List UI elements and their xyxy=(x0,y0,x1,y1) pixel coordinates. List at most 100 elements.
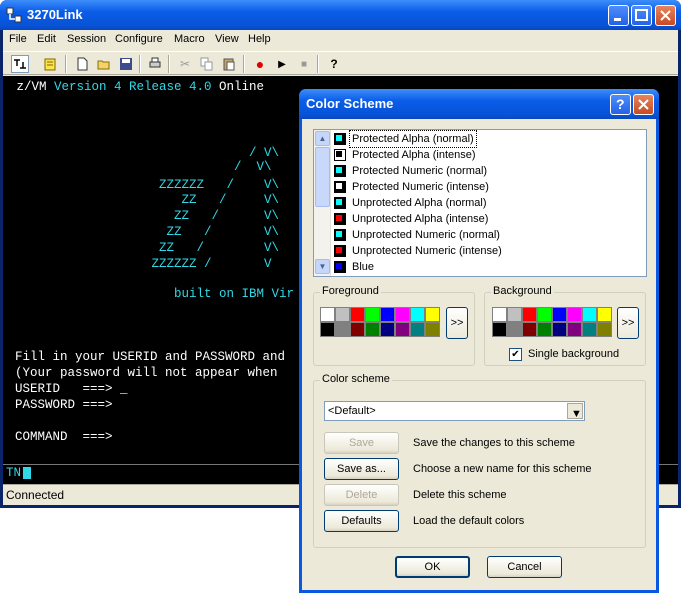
palette-swatch[interactable] xyxy=(522,322,537,337)
dropdown-button[interactable]: ▼ xyxy=(567,403,583,420)
save-as-button[interactable]: Save as... xyxy=(324,458,399,480)
palette-swatch[interactable] xyxy=(492,307,507,322)
tn-label: TN xyxy=(6,466,22,480)
palette-swatch[interactable] xyxy=(425,322,440,337)
palette-swatch[interactable] xyxy=(552,322,567,337)
color-element-item[interactable]: Unprotected Alpha (intense) xyxy=(332,211,646,227)
dialog-close-button[interactable] xyxy=(633,94,654,115)
record-tool-button[interactable]: ● xyxy=(251,55,269,73)
foreground-palette[interactable] xyxy=(320,307,440,337)
palette-swatch[interactable] xyxy=(335,307,350,322)
foreground-more-button[interactable]: >> xyxy=(446,307,468,339)
logo-line: ZZ / V\ xyxy=(99,225,280,239)
background-palette[interactable] xyxy=(492,307,612,337)
palette-swatch[interactable] xyxy=(380,307,395,322)
palette-swatch[interactable] xyxy=(395,322,410,337)
menu-configure[interactable]: Configure xyxy=(115,33,163,45)
color-element-item[interactable]: Blue xyxy=(332,259,646,275)
color-element-item[interactable]: Unprotected Numeric (normal) xyxy=(332,227,646,243)
color-element-label: Protected Alpha (normal) xyxy=(349,130,477,148)
single-background-checkbox[interactable]: ✔ xyxy=(509,348,522,361)
palette-swatch[interactable] xyxy=(365,322,380,337)
palette-swatch[interactable] xyxy=(507,322,522,337)
maximize-button[interactable] xyxy=(631,5,652,26)
close-button[interactable] xyxy=(655,5,676,26)
palette-swatch[interactable] xyxy=(522,307,537,322)
menu-view[interactable]: View xyxy=(215,33,239,45)
minimize-button[interactable] xyxy=(608,5,629,26)
palette-swatch[interactable] xyxy=(597,322,612,337)
palette-swatch[interactable] xyxy=(395,307,410,322)
play-tool-button[interactable]: ▶ xyxy=(273,55,291,73)
open-tool-button[interactable] xyxy=(95,55,113,73)
palette-swatch[interactable] xyxy=(597,307,612,322)
palette-swatch[interactable] xyxy=(320,307,335,322)
stop-tool-button[interactable]: ■ xyxy=(295,55,313,73)
print-tool-button[interactable] xyxy=(146,55,164,73)
menu-session[interactable]: Session xyxy=(67,33,106,45)
cancel-button[interactable]: Cancel xyxy=(487,556,562,578)
palette-swatch[interactable] xyxy=(410,322,425,337)
userid-field[interactable]: USERID ===> _ xyxy=(15,382,128,396)
command-field[interactable]: COMMAND ===> xyxy=(15,430,113,444)
defaults-button[interactable]: Defaults xyxy=(324,510,399,532)
dialog-help-button[interactable]: ? xyxy=(610,94,631,115)
notes-tool-button[interactable] xyxy=(41,55,59,73)
help-tool-button[interactable]: ? xyxy=(325,55,343,73)
palette-swatch[interactable] xyxy=(537,307,552,322)
save-tool-button[interactable] xyxy=(117,55,135,73)
palette-swatch[interactable] xyxy=(567,307,582,322)
palette-swatch[interactable] xyxy=(537,322,552,337)
palette-swatch[interactable] xyxy=(320,322,335,337)
terminal-cursor xyxy=(23,467,31,479)
password-field[interactable]: PASSWORD ===> xyxy=(15,398,113,412)
palette-swatch[interactable] xyxy=(350,322,365,337)
color-swatch-icon xyxy=(334,229,346,241)
palette-swatch[interactable] xyxy=(552,307,567,322)
color-element-label: Unprotected Alpha (intense) xyxy=(352,213,489,225)
background-more-button[interactable]: >> xyxy=(617,307,639,339)
scroll-thumb[interactable] xyxy=(315,147,330,207)
palette-swatch[interactable] xyxy=(492,322,507,337)
paste-tool-button[interactable] xyxy=(220,55,238,73)
palette-swatch[interactable] xyxy=(350,307,365,322)
dialog-title-bar[interactable]: Color Scheme ? xyxy=(299,89,659,119)
palette-swatch[interactable] xyxy=(365,307,380,322)
palette-swatch[interactable] xyxy=(380,322,395,337)
color-element-item[interactable]: Unprotected Alpha (normal) xyxy=(332,195,646,211)
scheme-select[interactable]: <Default> ▼ xyxy=(324,401,585,421)
menu-macro[interactable]: Macro xyxy=(174,33,205,45)
color-element-item[interactable]: Unprotected Numeric (intense) xyxy=(332,243,646,259)
logo-line: ZZ / V\ xyxy=(99,193,280,207)
menu-edit[interactable]: Edit xyxy=(37,33,56,45)
color-element-list[interactable]: ▲ ▼ Protected Alpha (normal) Protected Al… xyxy=(313,129,647,277)
fill-in-text: Fill in your USERID and PASSWORD and xyxy=(15,350,286,364)
color-swatch-icon xyxy=(334,149,346,161)
color-element-item[interactable]: Protected Numeric (normal) xyxy=(332,163,646,179)
scroll-up-button[interactable]: ▲ xyxy=(315,131,330,146)
connect-tool-button[interactable] xyxy=(11,55,29,73)
scroll-down-button[interactable]: ▼ xyxy=(315,259,330,274)
palette-swatch[interactable] xyxy=(507,307,522,322)
menu-file[interactable]: File xyxy=(9,33,27,45)
save-button[interactable]: Save xyxy=(324,432,399,454)
list-scrollbar[interactable]: ▲ ▼ xyxy=(314,130,331,276)
main-title-bar[interactable]: 3270Link xyxy=(0,0,681,30)
color-element-item[interactable]: Protected Alpha (intense) xyxy=(332,147,646,163)
palette-swatch[interactable] xyxy=(567,322,582,337)
palette-swatch[interactable] xyxy=(425,307,440,322)
delete-button[interactable]: Delete xyxy=(324,484,399,506)
menu-help[interactable]: Help xyxy=(248,33,271,45)
menu-bar: File Edit Session Configure Macro View H… xyxy=(3,30,678,50)
close-icon xyxy=(660,10,671,21)
color-element-item[interactable]: Protected Alpha (normal) xyxy=(332,130,646,148)
palette-swatch[interactable] xyxy=(582,307,597,322)
copy-tool-button[interactable] xyxy=(198,55,216,73)
color-element-item[interactable]: Protected Numeric (intense) xyxy=(332,179,646,195)
new-tool-button[interactable] xyxy=(73,55,91,73)
palette-swatch[interactable] xyxy=(410,307,425,322)
cut-tool-button[interactable]: ✂ xyxy=(176,55,194,73)
palette-swatch[interactable] xyxy=(335,322,350,337)
ok-button[interactable]: OK xyxy=(395,556,470,578)
palette-swatch[interactable] xyxy=(582,322,597,337)
